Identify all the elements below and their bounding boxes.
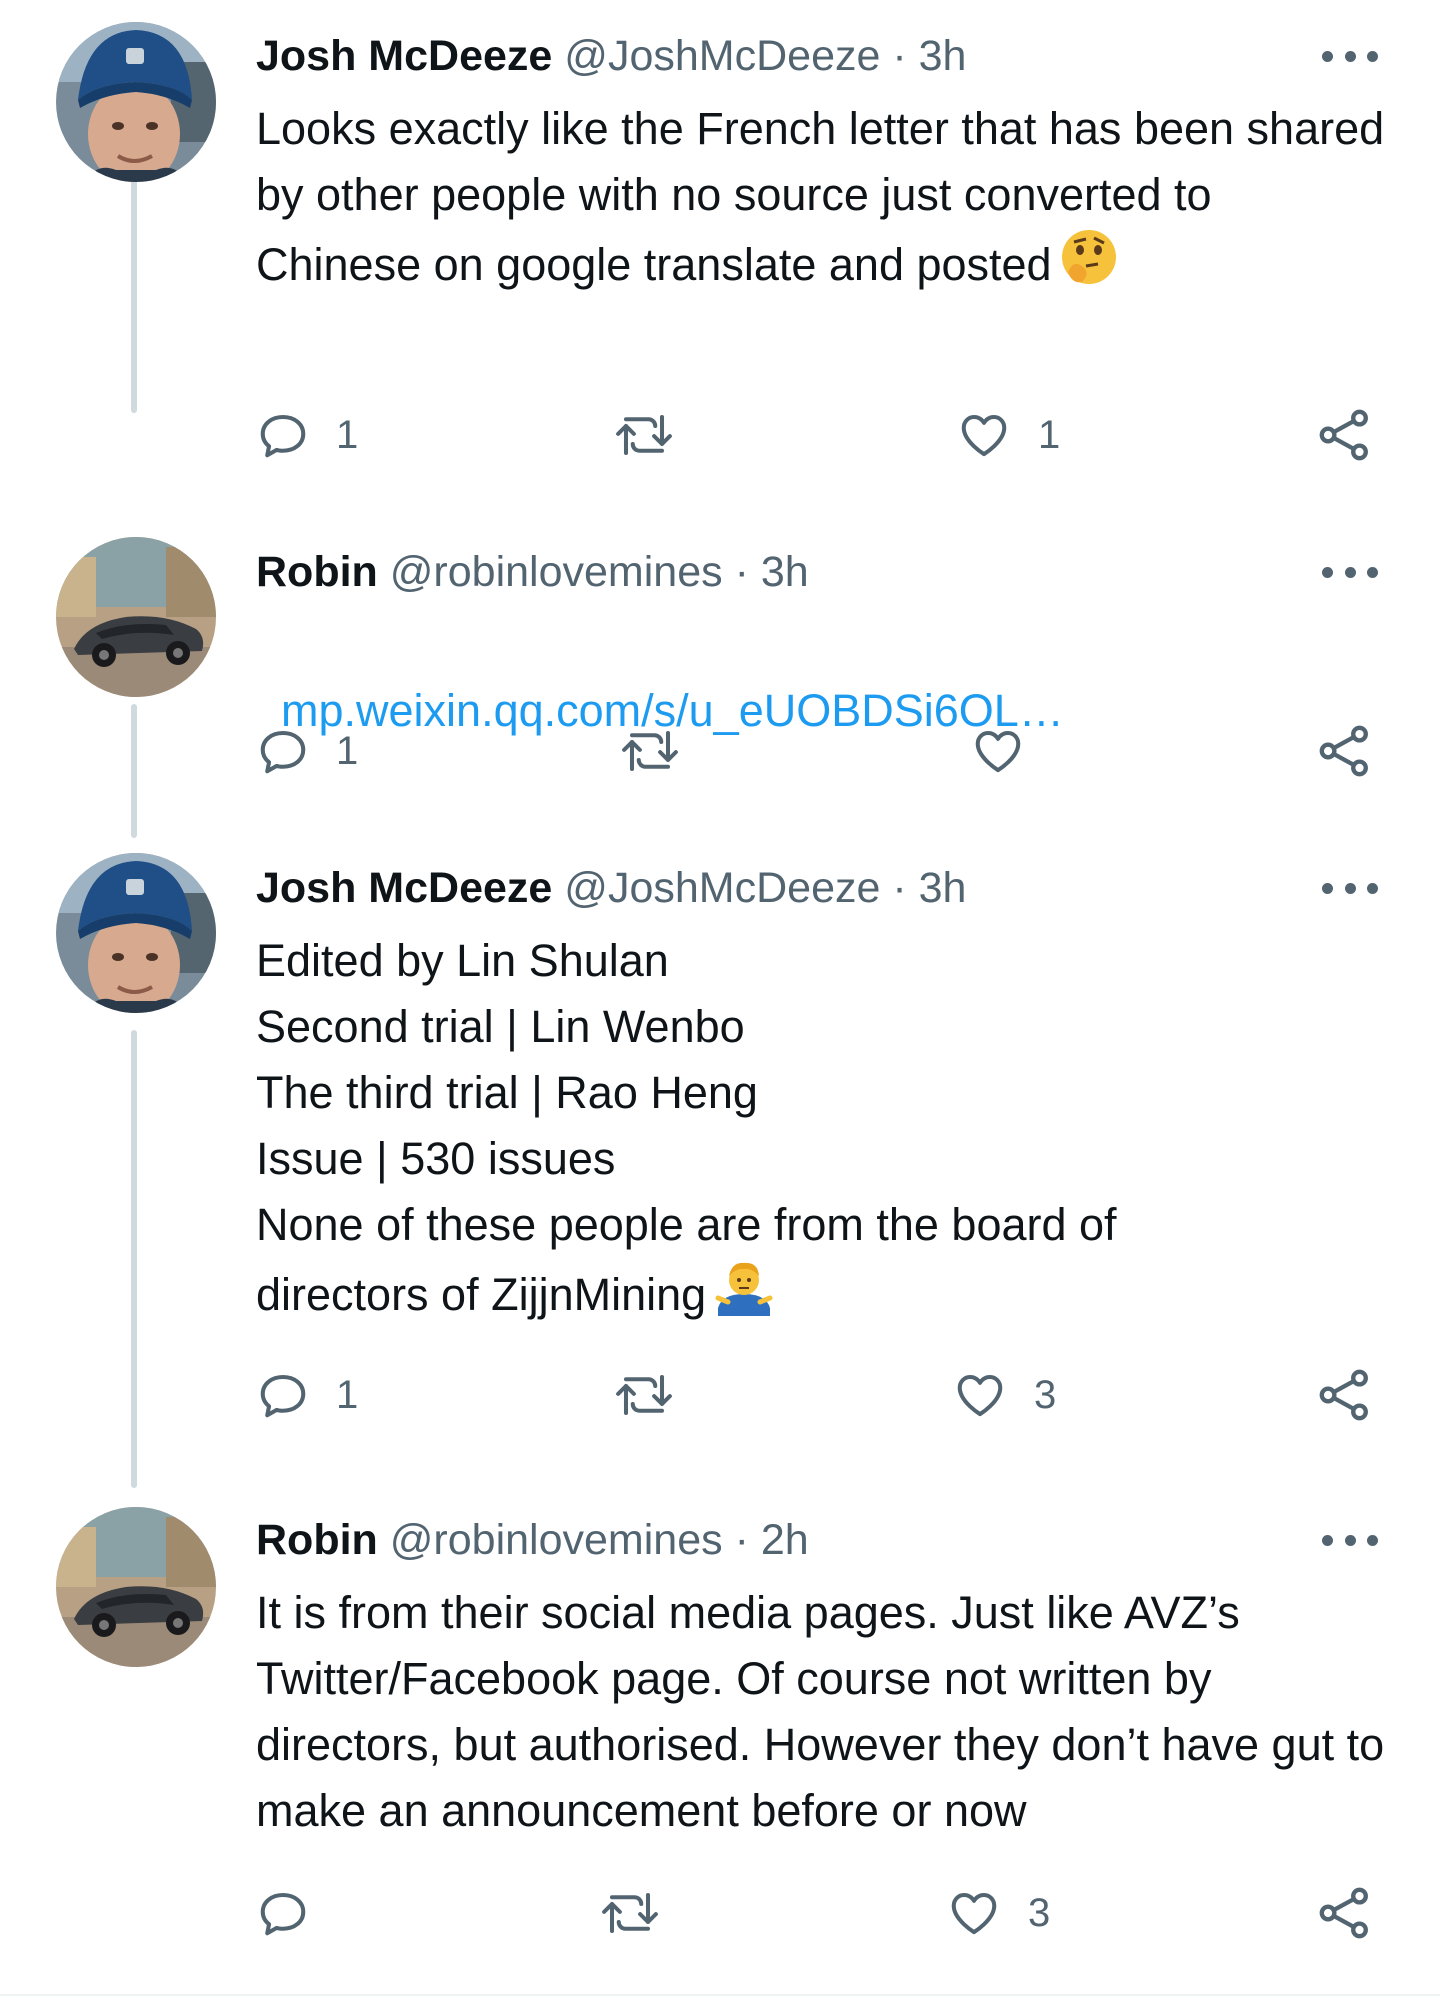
tweet-text-line: Second trial | Lin Wenbo bbox=[256, 1001, 745, 1052]
retweet-button[interactable] bbox=[620, 724, 706, 778]
more-options-icon[interactable] bbox=[1322, 46, 1378, 66]
tweet-text-line: Issue | 530 issues bbox=[256, 1133, 616, 1184]
tweet-header: Robin @robinlovemines · 3h bbox=[256, 544, 809, 600]
separator-dot: · bbox=[892, 32, 907, 80]
reply-button[interactable]: 1 bbox=[256, 724, 358, 778]
tweet-text-line: Edited by Lin Shulan bbox=[256, 935, 669, 986]
more-options-icon[interactable] bbox=[1322, 878, 1378, 898]
timestamp[interactable]: 2h bbox=[761, 1516, 809, 1564]
tweet-actions: 3 bbox=[0, 1876, 1440, 1946]
share-button[interactable] bbox=[1316, 722, 1374, 780]
heart-icon bbox=[957, 1374, 1003, 1417]
tweet-text-line: directors of ZijjnMining bbox=[256, 1269, 707, 1320]
heart-icon bbox=[975, 730, 1021, 773]
like-button[interactable]: 3 bbox=[952, 1368, 1056, 1422]
avatar[interactable] bbox=[56, 1507, 216, 1667]
like-count: 3 bbox=[1028, 1890, 1051, 1935]
display-name[interactable]: Robin bbox=[256, 548, 378, 596]
person-shrugging-icon bbox=[714, 1258, 774, 1334]
tweet-header: Robin @robinlovemines · 2h bbox=[256, 1512, 809, 1568]
bottom-divider bbox=[0, 1994, 1440, 1996]
share-icon bbox=[1319, 409, 1368, 461]
user-handle[interactable]: @JoshMcDeeze bbox=[564, 864, 880, 912]
reply-button[interactable]: 1 bbox=[256, 1368, 358, 1422]
share-button[interactable] bbox=[1316, 1884, 1374, 1942]
timestamp[interactable]: 3h bbox=[919, 32, 967, 80]
tweet-text: Edited by Lin Shulan Second trial | Lin W… bbox=[256, 928, 1386, 1334]
timestamp[interactable]: 3h bbox=[919, 864, 967, 912]
retweet-button[interactable] bbox=[614, 1368, 700, 1422]
tweet-actions: 1 bbox=[0, 714, 1440, 784]
display-name[interactable]: Robin bbox=[256, 1516, 378, 1564]
like-count: 1 bbox=[1038, 412, 1061, 457]
share-button[interactable] bbox=[1316, 1366, 1374, 1424]
reply-count: 1 bbox=[336, 728, 359, 773]
more-options-icon[interactable] bbox=[1322, 1530, 1378, 1550]
thinking-face-icon bbox=[1060, 228, 1118, 304]
share-button[interactable] bbox=[1316, 406, 1374, 464]
separator-dot: · bbox=[734, 1516, 749, 1564]
tweet-text-line: None of these people are from the board … bbox=[256, 1199, 1117, 1250]
tweet-text: Looks exactly like the French letter tha… bbox=[256, 96, 1386, 304]
avatar[interactable] bbox=[56, 853, 216, 1013]
tweet-header: Josh McDeeze @JoshMcDeeze · 3h bbox=[256, 28, 966, 84]
reply-icon bbox=[260, 1892, 306, 1936]
retweet-icon bbox=[602, 1892, 658, 1934]
retweet-icon bbox=[616, 414, 672, 456]
tweet-text: It is from their social media pages. Jus… bbox=[256, 1580, 1386, 1844]
retweet-button[interactable] bbox=[600, 1886, 686, 1940]
more-options-icon[interactable] bbox=[1322, 562, 1378, 582]
retweet-icon bbox=[616, 1374, 672, 1416]
user-handle[interactable]: @robinlovemines bbox=[390, 548, 723, 596]
heart-icon bbox=[961, 414, 1007, 457]
tweet-actions: 1 3 bbox=[0, 1358, 1440, 1428]
display-name[interactable]: Josh McDeeze bbox=[256, 864, 552, 912]
heart-icon bbox=[951, 1892, 997, 1935]
timestamp[interactable]: 3h bbox=[761, 548, 809, 596]
avatar[interactable] bbox=[56, 22, 216, 182]
user-handle[interactable]: @JoshMcDeeze bbox=[564, 32, 880, 80]
like-button[interactable]: 3 bbox=[946, 1886, 1050, 1940]
reply-icon bbox=[260, 1374, 306, 1418]
separator-dot: · bbox=[734, 548, 749, 596]
display-name[interactable]: Josh McDeeze bbox=[256, 32, 552, 80]
retweet-button[interactable] bbox=[614, 408, 700, 462]
tweet-text-content: It is from their social media pages. Jus… bbox=[256, 1587, 1397, 1836]
like-button[interactable]: 1 bbox=[956, 408, 1060, 462]
share-icon bbox=[1319, 1887, 1368, 1939]
reply-count: 1 bbox=[336, 1372, 359, 1417]
tweet-text-line: The third trial | Rao Heng bbox=[256, 1067, 758, 1118]
separator-dot: · bbox=[892, 864, 907, 912]
reply-icon bbox=[260, 730, 306, 774]
tweet-actions: 1 1 bbox=[0, 398, 1440, 468]
reply-button[interactable] bbox=[256, 1886, 336, 1940]
reply-button[interactable]: 1 bbox=[256, 408, 358, 462]
like-button[interactable] bbox=[970, 724, 1052, 778]
reply-icon bbox=[260, 414, 306, 458]
user-handle[interactable]: @robinlovemines bbox=[390, 1516, 723, 1564]
tweet-header: Josh McDeeze @JoshMcDeeze · 3h bbox=[256, 860, 966, 916]
thread-line bbox=[131, 155, 137, 413]
share-icon bbox=[1319, 725, 1368, 777]
like-count: 3 bbox=[1034, 1372, 1057, 1417]
tweet-text-content: Looks exactly like the French letter tha… bbox=[256, 103, 1397, 290]
retweet-icon bbox=[622, 730, 678, 772]
share-icon bbox=[1319, 1369, 1368, 1421]
avatar[interactable] bbox=[56, 537, 216, 697]
reply-count: 1 bbox=[336, 412, 359, 457]
